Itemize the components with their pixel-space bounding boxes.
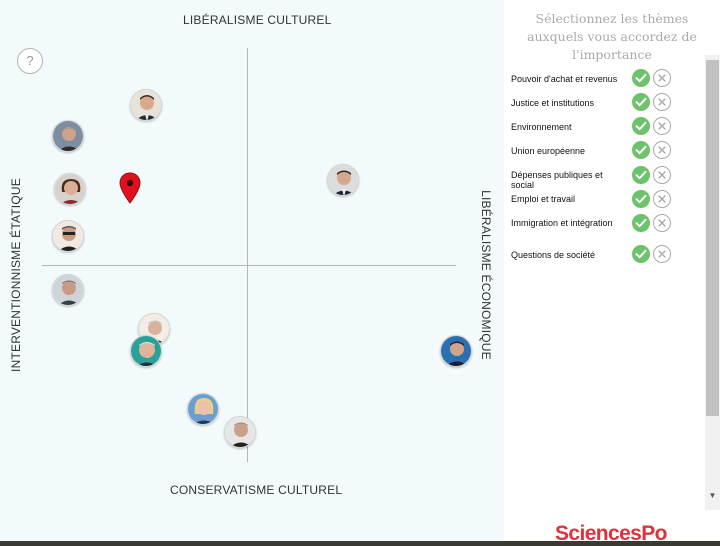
help-button[interactable]: ? (17, 48, 43, 74)
horizontal-axis-line (42, 265, 456, 266)
x-circle-icon[interactable] (653, 117, 671, 135)
candidate-avatar[interactable] (130, 335, 162, 367)
x-circle-icon[interactable] (653, 141, 671, 159)
candidate-avatar[interactable] (54, 173, 86, 205)
theme-panel-scrollbar[interactable]: ▼ (705, 55, 720, 510)
x-circle-icon[interactable] (653, 69, 671, 87)
political-map-panel: LIBÉRALISME CULTUREL CONSERVATISME CULTU… (0, 0, 504, 546)
candidate-avatar[interactable] (327, 164, 359, 196)
theme-label: Pouvoir d'achat et revenus (511, 74, 618, 84)
theme-label: Dépenses publiques et social (511, 170, 603, 190)
candidate-avatar[interactable] (52, 274, 84, 306)
theme-label: Environnement (511, 122, 572, 132)
check-circle-icon[interactable] (632, 245, 650, 263)
candidate-avatar[interactable] (187, 393, 219, 425)
axis-title-right: LIBÉRALISME ÉCONOMIQUE (479, 190, 493, 360)
vertical-axis-line (247, 48, 248, 462)
theme-label: Questions de société (511, 250, 596, 260)
x-circle-icon[interactable] (653, 93, 671, 111)
bottom-edge-strip (0, 541, 720, 546)
x-circle-icon[interactable] (653, 214, 671, 232)
x-circle-icon[interactable] (653, 166, 671, 184)
check-circle-icon[interactable] (632, 69, 650, 87)
scrollbar-thumb[interactable] (706, 60, 719, 416)
x-circle-icon[interactable] (653, 190, 671, 208)
check-circle-icon[interactable] (632, 166, 650, 184)
check-circle-icon[interactable] (632, 190, 650, 208)
check-circle-icon[interactable] (632, 93, 650, 111)
theme-selection-panel: Sélectionnez les thèmes auxquels vous ac… (504, 0, 720, 546)
candidate-avatar[interactable] (440, 335, 472, 367)
candidate-avatar[interactable] (52, 120, 84, 152)
axis-title-top: LIBÉRALISME CULTUREL (183, 13, 332, 27)
axis-title-bottom: CONSERVATISME CULTUREL (170, 483, 343, 497)
chevron-down-icon[interactable]: ▼ (707, 490, 718, 501)
candidate-avatar[interactable] (130, 89, 162, 121)
map-pin-icon (119, 172, 141, 204)
theme-label: Union européenne (511, 146, 586, 156)
candidate-avatar[interactable] (52, 220, 84, 252)
x-circle-icon[interactable] (653, 245, 671, 263)
check-circle-icon[interactable] (632, 141, 650, 159)
theme-label: Emploi et travail (511, 194, 576, 204)
check-circle-icon[interactable] (632, 214, 650, 232)
theme-label: Immigration et intégration (511, 218, 613, 228)
check-circle-icon[interactable] (632, 117, 650, 135)
theme-panel-heading: Sélectionnez les thèmes auxquels vous ac… (527, 11, 697, 62)
theme-label: Justice et institutions (511, 98, 595, 108)
candidate-avatar[interactable] (224, 416, 256, 448)
axis-title-left: INTERVENTIONNISME ÉTATIQUE (9, 178, 23, 372)
